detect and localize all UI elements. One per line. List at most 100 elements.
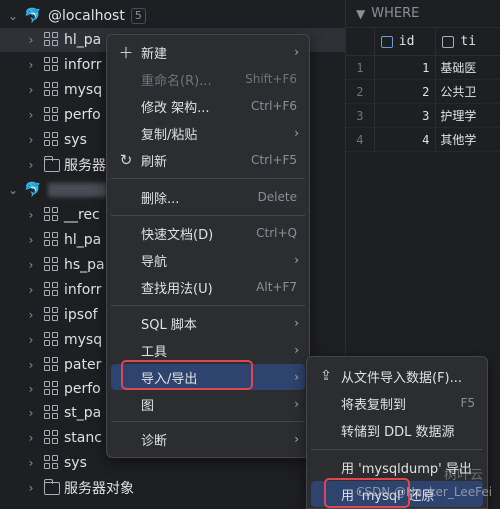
menu-separator <box>111 421 305 422</box>
tree-item-label: mysq <box>64 332 103 348</box>
menu-item-import-export[interactable]: 导入/导出 › <box>111 364 305 390</box>
menu-separator <box>311 449 483 450</box>
schema-icon <box>44 332 60 348</box>
connection-localhost-row[interactable]: ⌄ 🐬 @localhost 5 <box>0 4 345 28</box>
table-row[interactable]: 3 3 护理学 <box>346 104 500 128</box>
chevron-right-icon[interactable]: › <box>24 108 38 122</box>
context-menu: ＋ 新建 › 重命名(R)... Shift+F6 修改 架构... Ctrl+… <box>106 34 310 458</box>
chevron-right-icon[interactable]: › <box>24 358 38 372</box>
submenu-item-dump-ddl[interactable]: 转储到 DDL 数据源 <box>311 417 483 443</box>
column-header-id[interactable]: id <box>373 28 436 55</box>
submenu-arrow-icon: › <box>294 343 299 357</box>
chevron-right-icon[interactable]: › <box>24 158 38 172</box>
mysql-dolphin-icon: 🐬 <box>24 182 42 198</box>
menu-item-copy-paste[interactable]: 复制/粘贴 › <box>111 120 305 146</box>
menu-item-quick-doc[interactable]: 快速文档(D) Ctrl+Q <box>111 220 305 246</box>
key-column-icon <box>380 35 393 48</box>
schema-icon <box>44 307 60 323</box>
menu-item-sql-script[interactable]: SQL 脚本 › <box>111 310 305 336</box>
tree-item-label: __rec <box>64 207 100 223</box>
chevron-down-icon[interactable]: ⌄ <box>6 9 20 23</box>
schema-icon <box>44 107 60 123</box>
connection-label: @localhost <box>48 8 125 24</box>
chevron-right-icon[interactable]: › <box>24 456 38 470</box>
column-header-title[interactable]: ti <box>435 28 500 55</box>
folder-icon <box>43 478 60 495</box>
menu-item-diagram[interactable]: 图 › <box>111 391 305 417</box>
menu-item-rename[interactable]: 重命名(R)... Shift+F6 <box>111 66 305 92</box>
chevron-right-icon[interactable]: › <box>24 208 38 222</box>
table-row[interactable]: 2 2 公共卫 <box>346 80 500 104</box>
chevron-right-icon[interactable]: › <box>24 382 38 396</box>
chevron-right-icon[interactable]: › <box>24 406 38 420</box>
tree-item-server-objects[interactable]: › 服务器对象 <box>0 476 345 500</box>
chevron-right-icon[interactable]: › <box>24 233 38 247</box>
tree-item-label: ipsof <box>64 307 98 323</box>
menu-separator <box>111 215 305 216</box>
schema-icon <box>44 257 60 273</box>
where-label: WHERE <box>371 6 420 21</box>
folder-icon <box>43 155 60 172</box>
chevron-right-icon[interactable]: › <box>24 283 38 297</box>
schema-icon <box>44 32 60 48</box>
refresh-icon: ↻ <box>119 151 133 169</box>
schema-icon <box>44 207 60 223</box>
tree-item-label: perfo <box>64 381 101 397</box>
chevron-right-icon[interactable]: › <box>24 333 38 347</box>
menu-item-diagnostics[interactable]: 诊断 › <box>111 426 305 452</box>
submenu-arrow-icon: › <box>294 316 299 330</box>
schema-icon <box>44 430 60 446</box>
submenu-item-import-from-file[interactable]: ⇪ 从文件导入数据(F)... <box>311 363 483 389</box>
menu-item-find-usages[interactable]: 查找用法(U) Alt+F7 <box>111 274 305 300</box>
menu-item-delete[interactable]: 删除... Delete <box>111 184 305 210</box>
table-row[interactable]: 1 1 基础医 <box>346 56 500 80</box>
schema-icon <box>44 357 60 373</box>
tree-item-label: sys <box>64 455 87 471</box>
schema-icon <box>44 82 60 98</box>
chevron-right-icon[interactable]: › <box>24 481 38 495</box>
menu-item-refresh[interactable]: ↻ 刷新 Ctrl+F5 <box>111 147 305 173</box>
schema-icon <box>44 132 60 148</box>
tree-item-label: hl_pa <box>64 32 102 48</box>
chevron-right-icon[interactable]: › <box>24 431 38 445</box>
chevron-right-icon[interactable]: › <box>24 133 38 147</box>
where-filter-bar[interactable]: ▼ WHERE <box>346 0 500 28</box>
chevron-right-icon[interactable]: › <box>24 58 38 72</box>
submenu-arrow-icon: › <box>294 126 299 140</box>
schema-icon <box>44 455 60 471</box>
menu-item-modify-schema[interactable]: 修改 架构... Ctrl+F6 <box>111 93 305 119</box>
submenu-arrow-icon: › <box>294 253 299 267</box>
submenu-item-copy-tables[interactable]: 将表复制到 F5 <box>311 390 483 416</box>
plus-icon: ＋ <box>118 43 134 62</box>
text-column-icon <box>442 35 455 48</box>
chevron-down-icon[interactable]: ⌄ <box>6 183 20 197</box>
chevron-right-icon[interactable]: › <box>24 83 38 97</box>
chevron-right-icon[interactable]: › <box>24 308 38 322</box>
schema-icon <box>44 381 60 397</box>
tree-item-label: stanc <box>64 430 102 446</box>
schema-icon <box>44 232 60 248</box>
watermark-site: 树叶云 <box>444 468 484 483</box>
submenu-arrow-icon: › <box>294 432 299 446</box>
tree-item-label: 服务器对象 <box>64 481 134 497</box>
tree-item-label: inforr <box>64 282 102 298</box>
menu-item-navigate[interactable]: 导航 › <box>111 247 305 273</box>
upload-icon: ⇪ <box>320 368 332 384</box>
redacted-connection-name <box>48 183 108 197</box>
submenu-arrow-icon: › <box>294 397 299 411</box>
table-row[interactable]: 4 4 其他学 <box>346 128 500 152</box>
tree-item-label: hs_pa <box>64 257 105 273</box>
schema-icon <box>44 405 60 421</box>
schema-count-badge: 5 <box>130 8 146 24</box>
filter-icon: ▼ <box>356 6 366 21</box>
chevron-right-icon[interactable]: › <box>24 258 38 272</box>
tree-item-label: inforr <box>64 57 102 73</box>
menu-item-new[interactable]: ＋ 新建 › <box>111 39 305 65</box>
tree-item-label: st_pa <box>64 405 102 421</box>
tree-item-label: pater <box>64 357 102 373</box>
schema-icon <box>44 282 60 298</box>
submenu-arrow-icon: › <box>294 370 299 384</box>
menu-item-tools[interactable]: 工具 › <box>111 337 305 363</box>
chevron-right-icon[interactable]: › <box>24 33 38 47</box>
grid-header: id ti <box>346 28 500 56</box>
